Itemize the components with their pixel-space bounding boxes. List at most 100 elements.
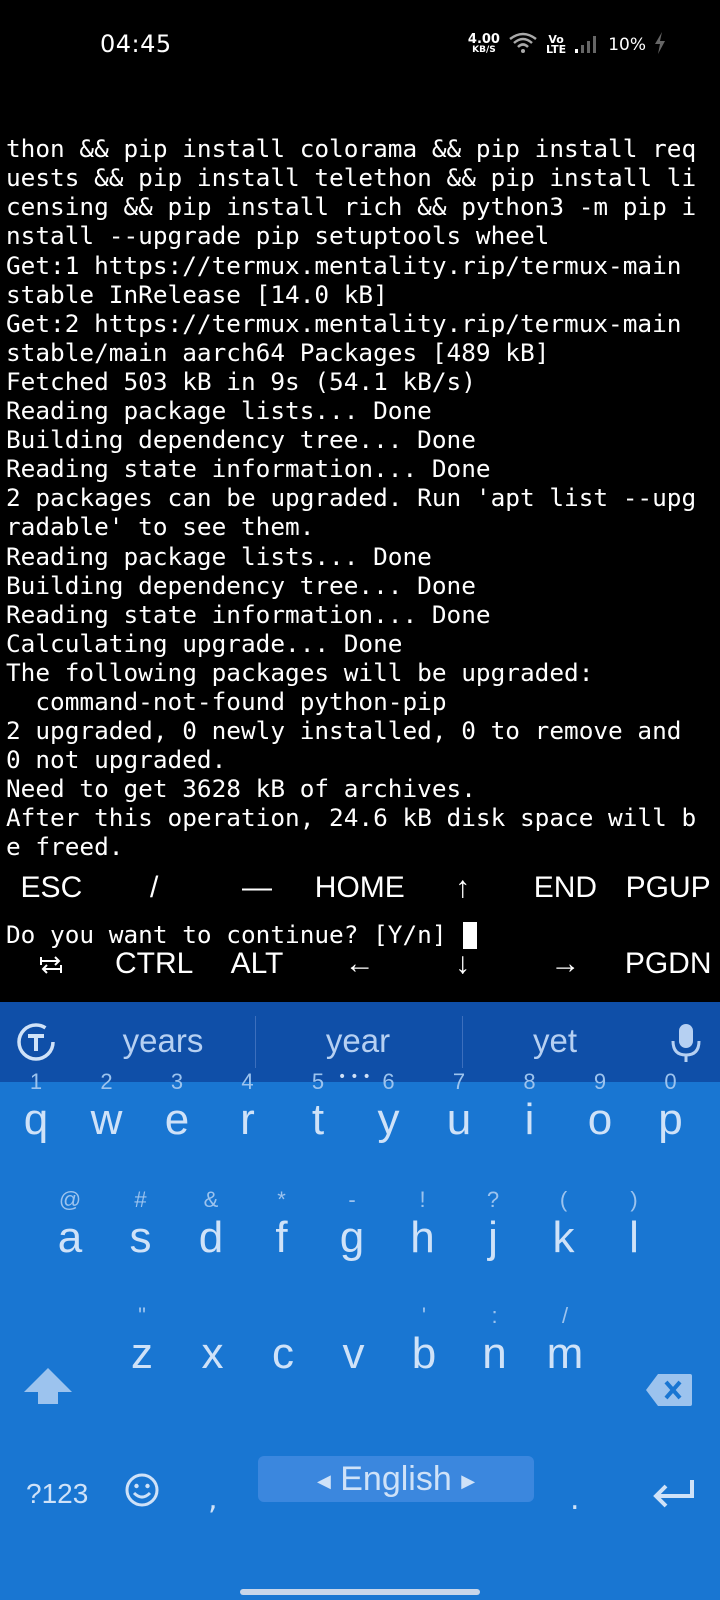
extra-keys-bar: ESC / — HOME ↑ END PGUP CTRL ALT ← ↓ → PGDN xyxy=(0,850,720,1002)
extra-key-esc[interactable]: ESC xyxy=(0,871,103,905)
extra-key-tab[interactable] xyxy=(0,947,103,981)
key-hint: 6 xyxy=(382,1069,395,1094)
key-v[interactable]: v xyxy=(318,1302,390,1378)
key-hint: 4 xyxy=(241,1069,254,1094)
suggestion-3[interactable]: yet xyxy=(484,1022,626,1060)
terminal-line: Reading state information... Done xyxy=(6,454,491,484)
period-key[interactable]: . xyxy=(570,1482,580,1517)
key-hint: : xyxy=(491,1303,498,1328)
terminal-line: nstall --upgrade pip setuptools wheel xyxy=(6,221,550,251)
suggestion-2[interactable]: year xyxy=(286,1022,430,1060)
key-letter: k xyxy=(552,1213,575,1262)
key-letter: i xyxy=(524,1095,535,1144)
extra-key-pgup[interactable]: PGUP xyxy=(617,871,720,905)
wifi-icon xyxy=(508,31,538,59)
key-letter: n xyxy=(482,1329,507,1378)
key-h[interactable]: ! h xyxy=(387,1186,459,1262)
terminal-line: The following packages will be upgraded: xyxy=(6,657,594,687)
key-f[interactable]: * f xyxy=(246,1186,318,1262)
extra-key-dash[interactable]: — xyxy=(206,871,309,905)
terminal-line: 0 not upgraded. xyxy=(6,745,227,775)
key-letter: j xyxy=(488,1213,498,1262)
key-j[interactable]: ? j xyxy=(457,1186,529,1262)
extra-key-right[interactable]: → xyxy=(514,947,617,981)
key-hint: 8 xyxy=(523,1069,536,1094)
emoji-key[interactable] xyxy=(124,1472,160,1512)
extra-keys-row-1: ESC / — HOME ↑ END PGUP xyxy=(0,850,720,926)
key-y[interactable]: 6y xyxy=(353,1068,425,1144)
extra-key-pgdn[interactable]: PGDN xyxy=(617,947,720,981)
extra-key-up[interactable]: ↑ xyxy=(411,871,514,905)
key-u[interactable]: 7u xyxy=(423,1068,495,1144)
key-w[interactable]: 2w xyxy=(71,1068,143,1144)
key-hint: / xyxy=(561,1303,569,1328)
key-g[interactable]: -g xyxy=(316,1186,388,1262)
arrow-right-icon: ▶ xyxy=(461,1471,476,1492)
key-m[interactable]: / m xyxy=(529,1302,601,1378)
key-d[interactable]: & d xyxy=(175,1186,247,1262)
key-hint: 3 xyxy=(170,1069,184,1094)
key-p[interactable]: 0p xyxy=(635,1068,707,1144)
space-bar-language: English xyxy=(340,1460,452,1498)
microphone-icon[interactable] xyxy=(670,1022,702,1068)
status-icons: 4.00 KB/S Vo LTE 10% xyxy=(468,30,666,60)
key-q[interactable]: 1q xyxy=(0,1068,72,1144)
extra-key-alt[interactable]: ALT xyxy=(206,947,309,981)
keyboard-logo-icon[interactable] xyxy=(14,1020,58,1064)
extra-key-home[interactable]: HOME xyxy=(308,871,411,905)
symbols-key[interactable]: ?123 xyxy=(26,1478,88,1510)
key-z[interactable]: " z xyxy=(106,1302,178,1378)
extra-key-ctrl[interactable]: CTRL xyxy=(103,947,206,981)
key-hint xyxy=(177,1302,249,1330)
navigation-handle[interactable] xyxy=(240,1589,480,1595)
key-hint xyxy=(247,1302,319,1330)
key-c[interactable]: c xyxy=(247,1302,319,1378)
key-letter: z xyxy=(131,1329,153,1378)
shift-key[interactable] xyxy=(22,1366,74,1410)
key-s[interactable]: # s xyxy=(105,1186,177,1262)
key-n[interactable]: :n xyxy=(459,1302,531,1378)
key-letter: f xyxy=(275,1213,288,1262)
backspace-key[interactable] xyxy=(644,1372,694,1412)
terminal-output[interactable]: thon && pip install colorama && pip inst… xyxy=(6,76,720,978)
terminal-lines: thon && pip install colorama && pip inst… xyxy=(6,134,720,861)
extra-key-down[interactable]: ↓ xyxy=(411,947,514,981)
key-hint: ' xyxy=(421,1303,427,1328)
key-a[interactable]: @ a xyxy=(34,1186,106,1262)
key-t[interactable]: 5t xyxy=(282,1068,354,1144)
suggestion-1[interactable]: years xyxy=(92,1022,234,1060)
comma-key[interactable]: , xyxy=(208,1482,218,1517)
key-i[interactable]: 8i xyxy=(494,1068,566,1144)
key-letter: s xyxy=(129,1213,152,1262)
terminal-line: 2 upgraded, 0 newly installed, 0 to remo… xyxy=(6,716,682,746)
key-r[interactable]: 4r xyxy=(212,1068,284,1144)
key-b[interactable]: ' b xyxy=(388,1302,460,1378)
enter-key[interactable] xyxy=(652,1476,696,1514)
key-letter: q xyxy=(23,1095,49,1144)
extra-key-end[interactable]: END xyxy=(514,871,617,905)
terminal-line: stable/main aarch64 Packages [489 kB] xyxy=(6,337,550,367)
charging-icon xyxy=(654,32,666,58)
key-o[interactable]: 9o xyxy=(564,1068,636,1144)
extra-keys-row-2: CTRL ALT ← ↓ → PGDN xyxy=(0,926,720,1002)
terminal-line: thon && pip install colorama && pip inst… xyxy=(6,134,697,164)
key-letter: u xyxy=(446,1095,472,1144)
key-l[interactable]: ) l xyxy=(598,1186,670,1262)
key-hint: # xyxy=(134,1187,147,1212)
extra-key-slash[interactable]: / xyxy=(103,871,206,905)
key-letter: o xyxy=(587,1095,613,1144)
key-hint: ! xyxy=(419,1187,426,1212)
key-e[interactable]: 3e xyxy=(141,1068,213,1144)
key-hint: 2 xyxy=(100,1069,113,1094)
extra-key-left[interactable]: ← xyxy=(308,947,411,981)
key-letter: x xyxy=(201,1329,224,1378)
status-bar: 04:45 4.00 KB/S Vo LTE 10% xyxy=(0,0,720,74)
keyboard-bottom-row: ?123 , ◀ English ▶ . xyxy=(0,1442,720,1542)
key-hint: 5 xyxy=(311,1069,325,1094)
arrow-left-icon: ◀ xyxy=(316,1471,331,1492)
key-letter: t xyxy=(311,1095,325,1144)
key-x[interactable]: x xyxy=(177,1302,249,1378)
space-bar[interactable]: ◀ English ▶ xyxy=(258,1456,534,1502)
key-letter: v xyxy=(342,1329,365,1378)
key-k[interactable]: (k xyxy=(528,1186,600,1262)
